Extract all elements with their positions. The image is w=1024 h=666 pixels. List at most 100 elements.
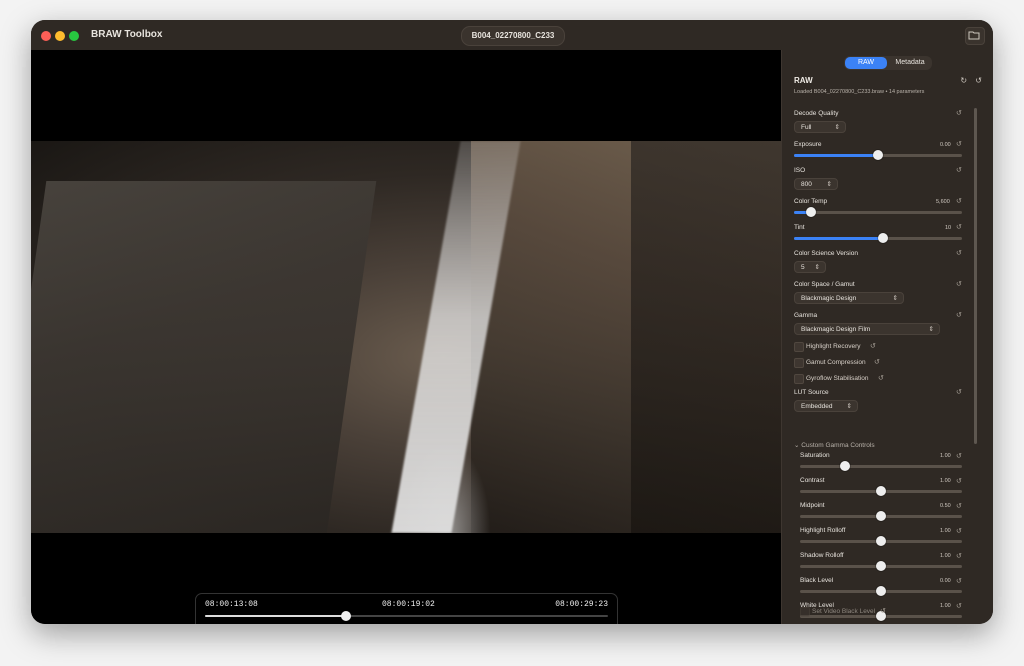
custom-gamma-title: Custom Gamma Controls: [801, 442, 875, 449]
gyroflow-stabilisation-reset-icon[interactable]: ↺: [878, 374, 884, 382]
scrubber-knob[interactable]: [341, 611, 352, 621]
color-science-value: 5: [801, 264, 805, 271]
iso-label: ISO: [794, 167, 806, 174]
gamma-control-reset-icon[interactable]: ↺: [956, 602, 962, 610]
tint-label: Tint: [794, 224, 805, 231]
tint-reset-icon[interactable]: ↺: [956, 223, 962, 231]
scrubber[interactable]: [205, 611, 608, 621]
lut-source-label: LUT Source: [794, 389, 829, 396]
close-window-button[interactable]: [41, 31, 51, 41]
title-bar: BRAW Toolbox B004_02270800_C233: [31, 20, 993, 50]
gamma-control-reset-icon[interactable]: ↺: [956, 527, 962, 535]
video-frame-mist: [401, 441, 491, 533]
gamma-control-slider[interactable]: [800, 586, 962, 596]
exposure-slider[interactable]: [794, 150, 962, 160]
gamma-control-slider[interactable]: [800, 561, 962, 571]
tint-knob[interactable]: [878, 233, 889, 243]
gamma-control-value: 1.00: [940, 603, 951, 609]
color-space-reset-icon[interactable]: ↺: [956, 280, 962, 288]
gamma-select[interactable]: Blackmagic Design Film ⇕: [794, 323, 940, 335]
color-temp-value: 5,600: [936, 199, 950, 205]
color-science-select[interactable]: 5 ⇕: [794, 261, 826, 273]
timecode-end: 08:00:29:23: [555, 600, 608, 609]
tab-metadata[interactable]: Metadata: [889, 57, 931, 69]
decode-quality-label: Decode Quality: [794, 110, 839, 117]
gyroflow-stabilisation-label: Gyroflow Stabilisation: [806, 375, 869, 382]
panel-header-actions: ↻ ↺: [960, 76, 982, 85]
app-window: BRAW Toolbox B004_02270800_C233 08:00:13…: [31, 20, 993, 624]
chevron-updown-icon: ⇕: [846, 403, 852, 410]
app-title: BRAW Toolbox: [91, 29, 163, 40]
gamma-control-value: 0.50: [940, 503, 951, 509]
iso-select[interactable]: 800 ⇕: [794, 178, 838, 190]
tab-raw[interactable]: RAW: [845, 57, 887, 69]
set-video-black-level-checkbox[interactable]: [800, 607, 810, 617]
gamma-control-knob[interactable]: [876, 486, 886, 496]
gamma-control-value: 1.00: [940, 478, 951, 484]
minimize-window-button[interactable]: [55, 31, 65, 41]
inspector-panel: RAW Metadata RAW Loaded B004_02270800_C2…: [781, 50, 993, 624]
gamma-value: Blackmagic Design Film: [801, 326, 871, 333]
gamma-control-label: Saturation: [800, 452, 830, 459]
video-viewer[interactable]: 08:00:13:08 08:00:19:02 08:00:29:23: [31, 50, 781, 624]
lut-source-reset-icon[interactable]: ↺: [956, 388, 962, 396]
decode-quality-reset-icon[interactable]: ↺: [956, 109, 962, 117]
gamma-control-value: 1.00: [940, 528, 951, 534]
set-video-black-level-reset-icon[interactable]: ↺: [880, 607, 886, 615]
gamma-control-knob[interactable]: [876, 536, 886, 546]
gamma-control-slider[interactable]: [800, 486, 962, 496]
gamma-control-reset-icon[interactable]: ↺: [956, 452, 962, 460]
gamma-control-knob[interactable]: [876, 586, 886, 596]
iso-reset-icon[interactable]: ↺: [956, 166, 962, 174]
gamma-control-slider[interactable]: [800, 611, 962, 621]
gamma-control-reset-icon[interactable]: ↺: [956, 577, 962, 585]
color-science-label: Color Science Version: [794, 250, 858, 257]
video-frame-cliff-left: [31, 181, 377, 533]
reset-all-icon[interactable]: ↺: [975, 76, 982, 85]
gamma-control-value: 1.00: [940, 453, 951, 459]
color-science-reset-icon[interactable]: ↺: [956, 249, 962, 257]
color-temp-label: Color Temp: [794, 198, 828, 205]
gyroflow-stabilisation-checkbox[interactable]: [794, 374, 804, 384]
gamma-control-label: Midpoint: [800, 502, 825, 509]
lut-source-select[interactable]: Embedded ⇕: [794, 400, 858, 412]
color-space-select[interactable]: Blackmagic Design ⇕: [794, 292, 904, 304]
file-name-pill[interactable]: B004_02270800_C233: [461, 26, 565, 46]
gamma-control-label: Shadow Rolloff: [800, 552, 844, 559]
chevron-updown-icon: ⇕: [834, 124, 840, 131]
set-video-black-level-label: Set Video Black Level: [812, 608, 876, 615]
exposure-reset-icon[interactable]: ↺: [956, 140, 962, 148]
highlight-recovery-reset-icon[interactable]: ↺: [870, 342, 876, 350]
gamma-control-slider[interactable]: [800, 511, 962, 521]
highlight-recovery-checkbox[interactable]: [794, 342, 804, 352]
color-temp-knob[interactable]: [805, 207, 816, 217]
exposure-knob[interactable]: [873, 150, 883, 160]
custom-gamma-disclosure[interactable]: ⌄ Custom Gamma Controls: [794, 441, 875, 449]
highlight-recovery-label: Highlight Recovery: [806, 343, 861, 350]
open-folder-button[interactable]: [965, 27, 985, 45]
iso-value: 800: [801, 181, 812, 188]
color-temp-slider[interactable]: [794, 207, 962, 217]
gamma-control-knob[interactable]: [876, 561, 886, 571]
gamma-control-slider[interactable]: [800, 461, 962, 471]
gamma-control-knob[interactable]: [840, 461, 851, 471]
decode-quality-select[interactable]: Full ⇕: [794, 121, 846, 133]
gamma-control-label: Black Level: [800, 577, 834, 584]
gamma-control-reset-icon[interactable]: ↺: [956, 477, 962, 485]
gamma-control-knob[interactable]: [876, 511, 886, 521]
gamut-compression-checkbox[interactable]: [794, 358, 804, 368]
gamma-label: Gamma: [794, 312, 818, 319]
gamma-control-label: Contrast: [800, 477, 825, 484]
color-temp-reset-icon[interactable]: ↺: [956, 197, 962, 205]
gamma-reset-icon[interactable]: ↺: [956, 311, 962, 319]
refresh-icon[interactable]: ↻: [960, 76, 967, 85]
scrubber-progress: [205, 615, 347, 617]
gamma-control-slider[interactable]: [800, 536, 962, 546]
tint-slider[interactable]: [794, 233, 962, 243]
gamut-compression-reset-icon[interactable]: ↺: [874, 358, 880, 366]
gamma-control-reset-icon[interactable]: ↺: [956, 552, 962, 560]
panel-scrollbar[interactable]: [974, 108, 977, 444]
folder-icon: [968, 31, 980, 40]
maximize-window-button[interactable]: [69, 31, 79, 41]
gamma-control-reset-icon[interactable]: ↺: [956, 502, 962, 510]
